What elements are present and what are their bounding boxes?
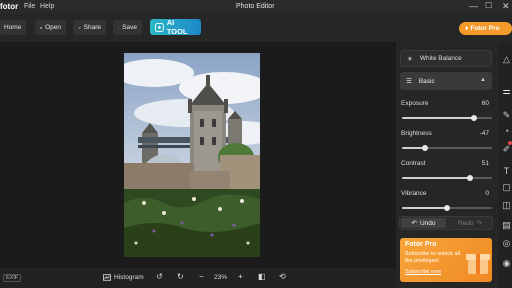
maximize-button[interactable]: ☐ [485,1,492,10]
fotor-pro-promo[interactable]: Fotor Pro Subscribe to unlock all the pr… [400,238,492,282]
subscribe-now-link[interactable]: Subscribe now [405,269,441,275]
redo-icon: ↷ [476,220,482,227]
brightness-label: Brightness [401,130,432,137]
effects-tool-icon[interactable]: ✎ [501,110,512,121]
fotor-pro-button[interactable]: ♦ Fotor Pro [459,22,512,35]
rotate-right-icon[interactable]: ↻ [177,272,184,281]
diamond-icon: ♦ [465,25,469,32]
zoom-in-icon[interactable]: + [238,272,243,281]
adjust-tool-icon[interactable]: △ [501,54,512,65]
crop-tool-icon[interactable]: ◎ [501,238,512,249]
text-tool-icon[interactable]: T [501,166,512,177]
home-label: Home [4,24,22,31]
exposure-slider-handle[interactable] [471,115,477,121]
vibrance-label: Vibrance [401,190,427,197]
redo-label: Redo [458,219,474,227]
sticker-tool-icon[interactable]: ◫ [501,200,512,211]
contrast-slider-fill [402,177,470,179]
exposure-value: 60 [481,100,489,107]
contrast-slider-handle[interactable] [466,175,473,181]
notification-dot [508,141,512,145]
frame-tool-icon[interactable]: ▢ [501,182,512,193]
home-button[interactable]: Home [0,20,26,35]
minimize-button[interactable]: — [469,1,478,11]
exposure-slider[interactable] [402,115,492,121]
editor-canvas[interactable] [0,42,396,268]
exposure-slider-fill [402,117,474,119]
download-icon [118,27,120,28]
vibrance-slider-handle[interactable] [444,205,450,211]
compare-icon[interactable]: ◧ [258,272,266,281]
share-icon [78,26,81,29]
photo-tower-bridge[interactable] [124,53,260,257]
exposure-label: Exposure [401,100,429,107]
open-button[interactable]: Open [35,20,66,35]
zoom-level: 23% [214,274,228,281]
contrast-value: 51 [481,160,489,167]
open-label: Open [45,24,61,31]
sliders-tool-icon[interactable]: ⚌ [501,86,512,97]
promo-title: Fotor Pro [405,241,437,248]
brush-tool-icon[interactable]: ✐ [501,144,512,155]
more-tool-icon[interactable]: ◉ [501,258,512,269]
undo-redo-group: ↶ Undo Redo ↷ [399,216,493,230]
brightness-slider[interactable] [402,145,492,151]
menu-help[interactable]: Help [40,3,54,10]
top-toolbar: Home Open Share Save AI TOOL ♦ Fotor Pro [0,14,512,42]
white-balance-icon: ☀ [407,55,413,63]
save-label: Save [122,24,137,31]
share-label: Share [83,24,101,31]
vibrance-slider-fill [402,207,447,209]
sliders-icon: ☰ [406,78,412,85]
histogram-button[interactable]: Histogram [103,274,144,281]
white-balance-label: White Balance [419,55,462,62]
histogram-icon [103,274,111,281]
open-file-icon [40,26,43,29]
adjust-panel: ☀ White Balance ☰ Basic ▲ Exposure 60 Brig… [396,42,498,288]
basic-section-header[interactable]: ☰ Basic ▲ [400,72,492,90]
tool-strip: △ ⚌ ✎ ◔ ✐ T ▢ ◫ ▤ ◎ ◉ [498,42,512,288]
gift-illustration-icon [466,254,490,274]
zoom-out-icon[interactable]: − [199,272,204,281]
vibrance-value: 0 [485,190,489,197]
contrast-slider[interactable] [402,175,492,181]
save-button[interactable]: Save [113,20,142,35]
rotate-left-icon[interactable]: ↺ [156,272,163,281]
ai-tool-icon [155,22,164,32]
vibrance-slider[interactable] [402,205,492,211]
histogram-label: Histogram [114,274,144,281]
window-title: Photo Editor [236,3,275,10]
contrast-label: Contrast [401,160,426,167]
exif-button[interactable]: EXIF [3,274,22,282]
brightness-slider-handle[interactable] [422,145,429,151]
share-button[interactable]: Share [73,20,106,35]
redo-button[interactable]: Redo ↷ [448,218,492,228]
basic-label: Basic [418,77,435,85]
app-logo: fotor [0,2,19,11]
bottom-bar: EXIF Histogram ↺ ↻ − 23% + ◧ ⟲ [0,268,396,288]
fotor-pro-label: Fotor Pro [470,25,500,32]
ai-tool-button[interactable]: AI TOOL [150,18,201,36]
layers-tool-icon[interactable]: ▤ [501,220,512,231]
chevron-up-icon: ▲ [480,77,486,83]
white-balance-row[interactable]: ☀ White Balance [400,50,492,67]
beauty-tool-icon[interactable]: ◔ [501,126,512,137]
promo-text: Subscribe to unlock all the privileges! [405,251,461,264]
undo-icon: ↶ [411,220,417,227]
title-bar: fotor File Help Photo Editor — ☐ ✕ [0,0,512,14]
close-button[interactable]: ✕ [502,1,510,12]
undo-label: Undo [419,219,436,227]
menu-file[interactable]: File [24,3,35,10]
history-icon[interactable]: ⟲ [279,272,286,281]
ai-tool-label: AI TOOL [166,18,188,36]
brightness-value: -47 [479,130,489,137]
undo-button[interactable]: ↶ Undo [401,218,446,228]
